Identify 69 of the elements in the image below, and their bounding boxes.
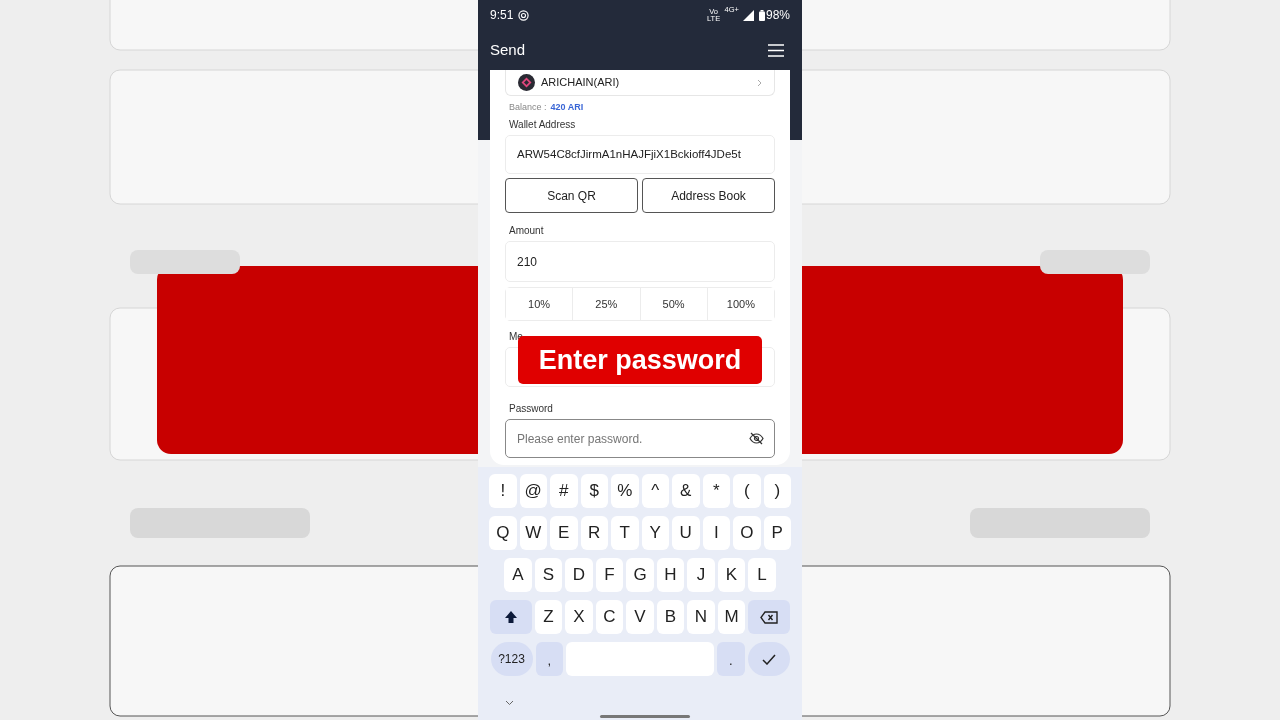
action-button[interactable]: Address Book <box>642 178 775 213</box>
keyboard-key[interactable]: P <box>763 516 791 550</box>
balance-value: 420 ARI <box>550 101 584 115</box>
field-label: Password <box>508 403 554 415</box>
keyboard-key[interactable]: Q <box>489 516 517 550</box>
keyboard-key[interactable]: D <box>565 558 593 592</box>
keyboard-key[interactable]: @ <box>519 474 547 508</box>
action-button[interactable]: Scan QR <box>505 178 638 213</box>
keyboard-key[interactable]: N <box>687 600 715 634</box>
hotspot-icon <box>518 9 530 21</box>
keyboard-key[interactable]: O <box>733 516 761 550</box>
enter-key[interactable] <box>747 642 790 676</box>
keyboard-key[interactable]: ! <box>489 474 517 508</box>
keyboard-key[interactable]: I <box>702 516 730 550</box>
keyboard-key[interactable]: B <box>656 600 685 634</box>
field-label: Wallet Address <box>508 119 577 131</box>
keyboard-key[interactable]: X <box>565 600 593 634</box>
battery-icon <box>758 9 765 21</box>
symbols-key[interactable]: ?123 <box>490 642 533 676</box>
chevron-down-icon[interactable] <box>505 700 514 706</box>
battery-percent: 98% <box>765 7 790 24</box>
amount-field[interactable]: 210 <box>505 241 775 282</box>
shift-key[interactable] <box>489 600 532 634</box>
punctuation-key[interactable]: , <box>535 642 563 676</box>
keyboard-key[interactable]: Z <box>534 600 563 634</box>
backspace-key[interactable] <box>748 600 791 634</box>
percent-button[interactable]: 100% <box>706 288 774 320</box>
status-time: 9:51 <box>490 7 514 24</box>
keyboard-key[interactable]: F <box>595 558 624 592</box>
password-field[interactable]: Please enter password. <box>505 419 775 458</box>
home-indicator[interactable] <box>600 714 690 718</box>
punctuation-key[interactable]: . <box>717 642 745 676</box>
keyboard-key[interactable]: W <box>519 516 547 550</box>
token-selector[interactable]: ARICHAIN(ARI) <box>505 70 775 96</box>
address-field[interactable]: ARW54C8cfJirmA1nHAJFjiX1Bckioff4JDe5t <box>505 135 775 174</box>
keyboard-key[interactable]: $ <box>580 474 608 508</box>
eye-off-icon[interactable] <box>749 432 764 445</box>
keyboard-key[interactable]: M <box>717 600 746 634</box>
backspace-icon <box>760 610 779 624</box>
keyboard-key[interactable]: ( <box>733 474 761 508</box>
signal-icon <box>742 9 754 21</box>
keyboard-key[interactable]: A <box>504 558 532 592</box>
keyboard-key[interactable]: ^ <box>641 474 669 508</box>
keyboard-key[interactable]: H <box>656 558 685 592</box>
keyboard-key[interactable]: K <box>717 558 746 592</box>
keyboard-key[interactable]: R <box>580 516 608 550</box>
page-title: Send <box>490 39 526 60</box>
keyboard-key[interactable]: U <box>672 516 700 550</box>
keyboard-key[interactable]: % <box>611 474 639 508</box>
keyboard-key[interactable]: ) <box>763 474 791 508</box>
keyboard-key[interactable]: * <box>702 474 730 508</box>
field-label: Amount <box>508 225 545 237</box>
keyboard-key[interactable]: V <box>626 600 654 634</box>
keyboard-key[interactable]: C <box>595 600 624 634</box>
keyboard-key[interactable]: L <box>748 558 776 592</box>
shift-arrow-icon <box>503 610 518 624</box>
keyboard-key[interactable]: E <box>550 516 578 550</box>
keyboard-key[interactable]: S <box>534 558 563 592</box>
keyboard-key[interactable]: T <box>611 516 639 550</box>
check-icon <box>761 653 776 665</box>
keyboard-key[interactable]: Y <box>641 516 669 550</box>
balance-label: Balance : <box>509 101 547 115</box>
keyboard-key[interactable]: J <box>687 558 715 592</box>
keyboard-key[interactable]: & <box>672 474 700 508</box>
menu-icon[interactable] <box>768 43 784 57</box>
token-logo-icon <box>518 74 535 91</box>
keyboard-key[interactable]: G <box>626 558 654 592</box>
keyboard-key[interactable]: # <box>550 474 578 508</box>
chevron-right-icon <box>757 78 762 87</box>
